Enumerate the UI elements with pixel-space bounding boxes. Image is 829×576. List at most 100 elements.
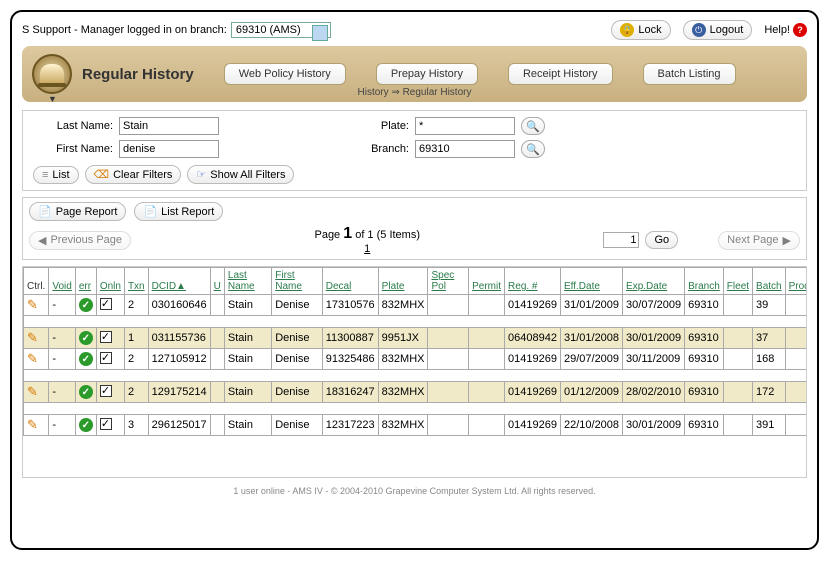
ok-icon: ✓ — [79, 352, 93, 366]
table-cell: 832MHX — [378, 382, 428, 403]
table-cell — [723, 295, 752, 316]
column-header[interactable]: Branch — [685, 268, 724, 295]
table-cell: 832MHX — [378, 349, 428, 370]
table-cell — [428, 328, 469, 349]
table-cell: 2 — [124, 382, 148, 403]
tab-batch-listing[interactable]: Batch Listing — [643, 63, 736, 85]
list-report-button[interactable]: 📄 List Report — [134, 202, 223, 221]
table-row[interactable]: ✎-✓3296125017StainDenise12317223832MHX01… — [24, 415, 808, 436]
table-cell: Denise — [272, 328, 322, 349]
list-button[interactable]: ≡ List — [33, 166, 79, 184]
lastname-input[interactable] — [119, 117, 219, 135]
table-row[interactable]: ✎-✓2127105912StainDenise91325486832MHX01… — [24, 349, 808, 370]
tab-prepay-history[interactable]: Prepay History — [376, 63, 478, 85]
column-header[interactable]: First Name — [272, 268, 322, 295]
column-header[interactable]: Eff.Date — [560, 268, 622, 295]
column-header[interactable]: U — [210, 268, 224, 295]
column-header[interactable]: Void — [49, 268, 75, 295]
table-cell: ✓ — [75, 295, 96, 316]
edit-icon[interactable]: ✎ — [27, 417, 38, 432]
firstname-input[interactable] — [119, 140, 219, 158]
column-header[interactable]: err — [75, 268, 96, 295]
table-cell — [785, 328, 807, 349]
table-cell: 391 — [753, 415, 786, 436]
table-cell: ✎ — [24, 382, 49, 403]
branch-select[interactable]: 69310 (AMS) — [231, 22, 331, 38]
table-cell: - — [49, 415, 75, 436]
column-header[interactable]: Permit — [469, 268, 505, 295]
previous-page-button[interactable]: ◀ Previous Page — [29, 231, 131, 250]
footer-text: 1 user online - AMS IV - © 2004-2010 Gra… — [22, 486, 807, 496]
page-report-button[interactable]: 📄 Page Report — [29, 202, 126, 221]
logout-button[interactable]: ⏻ Logout — [683, 20, 753, 40]
table-cell — [428, 382, 469, 403]
table-cell — [785, 382, 807, 403]
tab-receipt-history[interactable]: Receipt History — [508, 63, 613, 85]
next-page-button[interactable]: Next Page ▶ — [718, 231, 800, 250]
show-all-filters-button[interactable]: ☞ Show All Filters — [187, 165, 294, 184]
table-cell: Stain — [224, 382, 271, 403]
edit-icon[interactable]: ✎ — [27, 330, 38, 345]
column-header[interactable]: Last Name — [224, 268, 271, 295]
table-cell: 30/01/2009 — [623, 328, 685, 349]
go-button[interactable]: Go — [645, 231, 678, 249]
column-header[interactable]: Exp.Date — [623, 268, 685, 295]
column-header[interactable]: Reg. # — [505, 268, 561, 295]
table-cell: 30/11/2009 — [623, 349, 685, 370]
arrow-right-icon: ▶ — [783, 234, 791, 247]
table-cell: 01419269 — [505, 382, 561, 403]
edit-icon[interactable]: ✎ — [27, 351, 38, 366]
online-checkbox — [100, 331, 112, 343]
table-cell: 031155736 — [148, 328, 210, 349]
help-link[interactable]: Help! ? — [764, 23, 807, 37]
tab-web-policy-history[interactable]: Web Policy History — [224, 63, 346, 85]
column-header[interactable]: Txn — [124, 268, 148, 295]
page-number-input[interactable] — [603, 232, 639, 248]
table-row[interactable]: ✎-✓2030160646StainDenise17310576832MHX01… — [24, 295, 808, 316]
table-cell: 168 — [753, 349, 786, 370]
column-header[interactable]: Onln — [96, 268, 124, 295]
table-cell: 2 — [124, 295, 148, 316]
edit-icon[interactable]: ✎ — [27, 297, 38, 312]
table-cell: 127105912 — [148, 349, 210, 370]
column-header[interactable]: Batch — [753, 268, 786, 295]
edit-icon[interactable]: ✎ — [27, 384, 38, 399]
branch-input[interactable] — [415, 140, 515, 158]
column-header[interactable]: Spec Pol — [428, 268, 469, 295]
table-row[interactable]: ✎-✓2129175214StainDenise18316247832MHX01… — [24, 382, 808, 403]
table-cell — [469, 382, 505, 403]
table-cell: Stain — [224, 328, 271, 349]
table-cell: 18316247 — [322, 382, 378, 403]
table-cell: Denise — [272, 382, 322, 403]
arrow-left-icon: ◀ — [38, 234, 46, 247]
column-header[interactable]: Fleet — [723, 268, 752, 295]
lock-button[interactable]: 🔒 Lock — [611, 20, 670, 40]
table-cell — [96, 415, 124, 436]
data-grid[interactable]: Ctrl.VoiderrOnlnTxnDCID▲ULast NameFirst … — [22, 266, 807, 478]
ok-icon: ✓ — [79, 331, 93, 345]
logout-icon: ⏻ — [692, 23, 706, 37]
column-header[interactable]: DCID▲ — [148, 268, 210, 295]
table-cell: 30/07/2009 — [623, 295, 685, 316]
page-report-label: Page Report — [56, 206, 118, 218]
column-header[interactable]: Plate — [378, 268, 428, 295]
column-header[interactable]: Prod1 — [785, 268, 807, 295]
plate-search-button[interactable]: 🔍 — [521, 117, 545, 135]
firstname-label: First Name: — [33, 143, 113, 155]
table-cell: ✎ — [24, 349, 49, 370]
branch-search-button[interactable]: 🔍 — [521, 140, 545, 158]
pdf-icon: 📄 — [38, 205, 52, 218]
online-checkbox — [100, 385, 112, 397]
clear-filters-button[interactable]: ⌫ Clear Filters — [85, 165, 182, 184]
table-cell — [210, 415, 224, 436]
table-row[interactable]: ✎-✓1031155736StainDenise113008879951JX06… — [24, 328, 808, 349]
list-report-label: List Report — [161, 206, 214, 218]
table-cell: ✓ — [75, 328, 96, 349]
table-cell — [723, 382, 752, 403]
column-header[interactable]: Decal — [322, 268, 378, 295]
table-cell — [785, 415, 807, 436]
table-cell: 01/12/2009 — [560, 382, 622, 403]
table-cell: 29/07/2009 — [560, 349, 622, 370]
column-header[interactable]: Ctrl. — [24, 268, 49, 295]
plate-input[interactable] — [415, 117, 515, 135]
